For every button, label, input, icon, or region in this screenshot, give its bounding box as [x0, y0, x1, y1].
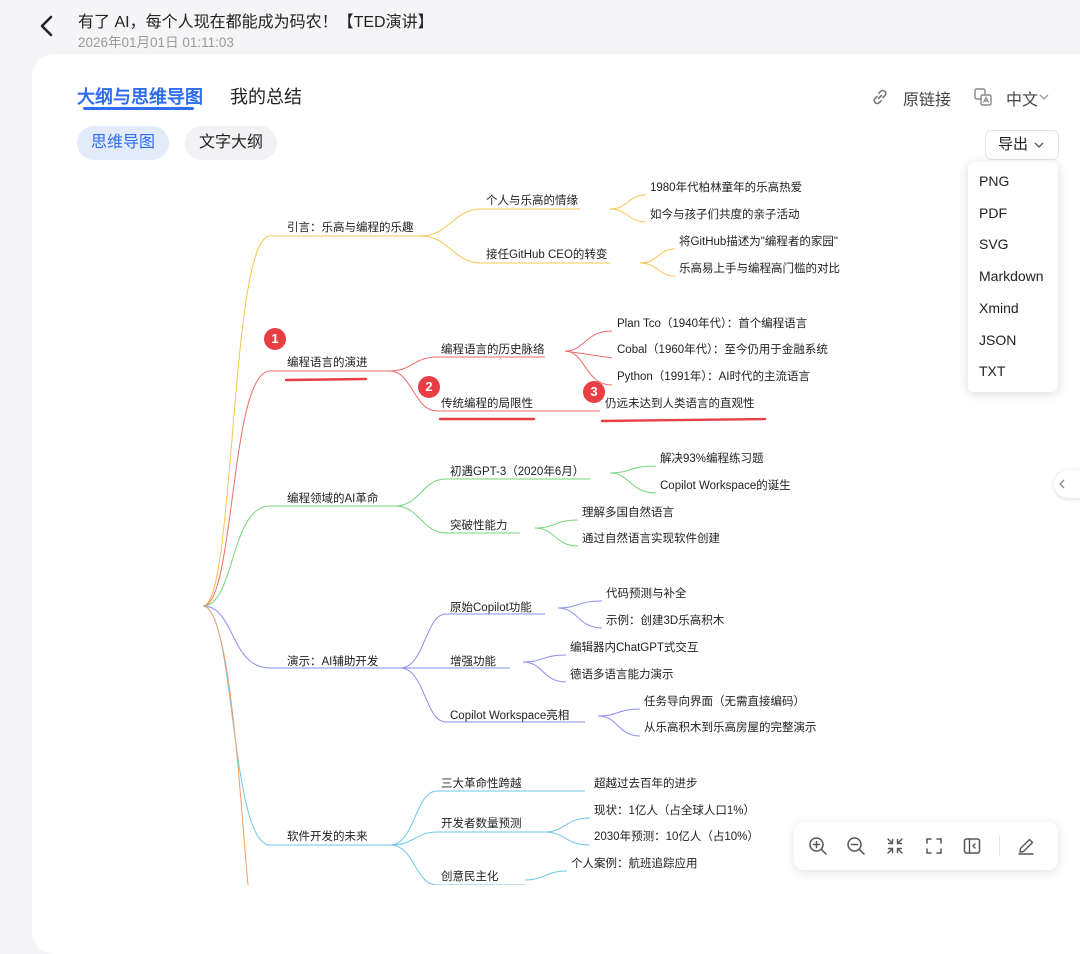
mindmap-node[interactable]: 德语多语言能力演示: [570, 668, 674, 682]
mindmap-node[interactable]: 通过自然语言实现软件创建: [582, 532, 720, 546]
mindmap-node[interactable]: 任务导向界面（无需直接编码）: [644, 695, 805, 709]
mindmap-node[interactable]: Copilot Workspace的诞生: [660, 479, 791, 493]
annotation-badge-2: 2: [418, 376, 440, 398]
zoom-out-icon[interactable]: [846, 836, 866, 856]
mindmap-node[interactable]: 如今与孩子们共度的亲子活动: [650, 208, 800, 222]
annotation-badge-3: 3: [583, 381, 605, 403]
mindmap-node[interactable]: 三大革命性跨越: [441, 777, 522, 791]
highlight-underline-3: [600, 417, 767, 423]
mindmap-node[interactable]: Python（1991年）：AI时代的主流语言: [617, 370, 810, 384]
annotation-badge-1: 1: [264, 328, 286, 350]
connector-root-b4: [202, 605, 283, 669]
highlight-underline-1: [284, 377, 368, 382]
mindmap-node[interactable]: 软件开发的未来: [287, 830, 368, 844]
mindmap-node[interactable]: 乐高易上手与编程高门槛的对比: [679, 262, 840, 276]
mindmap-node[interactable]: 创意民主化: [441, 870, 499, 884]
mindmap-node[interactable]: 个人案例：航班追踪应用: [571, 857, 698, 871]
connector-root-b5: [202, 605, 283, 846]
sidebar-toggle-icon[interactable]: [962, 836, 982, 856]
mindmap-node[interactable]: 编辑器内ChatGPT式交互: [570, 641, 698, 655]
mindmap-node[interactable]: 将GitHub描述为"编程者的家园": [679, 235, 838, 249]
mindmap-node[interactable]: 超越过去百年的进步: [594, 777, 698, 791]
mindmap-node[interactable]: 编程语言的演进: [287, 356, 368, 370]
mindmap-node[interactable]: 接任GitHub CEO的转变: [486, 248, 607, 262]
chevron-left-icon: [1059, 479, 1065, 489]
mindmap-node[interactable]: Plan Tco（1940年代）：首个编程语言: [617, 317, 807, 331]
mindmap-node[interactable]: 代码预测与补全: [606, 587, 687, 601]
mindmap-connectors: [202, 194, 767, 885]
mindmap-node[interactable]: 理解多国自然语言: [582, 506, 674, 520]
mindmap-node[interactable]: 现状：1亿人（占全球人口1%）: [594, 804, 755, 818]
mindmap-node[interactable]: 示例：创建3D乐高积木: [606, 614, 724, 628]
mindmap-node[interactable]: 开发者数量预测: [441, 817, 522, 831]
mindmap-toolbar: [794, 822, 1058, 870]
mindmap-node[interactable]: 编程领域的AI革命: [287, 492, 378, 506]
toolbar-divider: [999, 836, 1000, 856]
mindmap-node[interactable]: 个人与乐高的情缘: [486, 194, 578, 208]
mindmap-node[interactable]: Cobal（1960年代）：至今仍用于金融系统: [617, 343, 828, 357]
mindmap-node[interactable]: 2030年预测：10亿人（占10%）: [594, 830, 759, 844]
mindmap-node[interactable]: Copilot Workspace亮相: [450, 709, 569, 723]
mindmap-node[interactable]: 初遇GPT-3（2020年6月）: [450, 465, 584, 479]
edit-pencil-icon[interactable]: [1016, 836, 1036, 856]
collapse-icon[interactable]: [885, 836, 905, 856]
side-panel-toggle[interactable]: [1054, 470, 1080, 498]
mindmap-node[interactable]: 从乐高积木到乐高房屋的完整演示: [644, 721, 817, 735]
mindmap-node[interactable]: 仍远未达到人类语言的直观性: [605, 397, 755, 411]
mindmap-node[interactable]: 编程语言的历史脉络: [441, 343, 545, 357]
mindmap-node[interactable]: 原始Copilot功能: [450, 601, 532, 615]
zoom-in-icon[interactable]: [808, 836, 828, 856]
mindmap-node[interactable]: 引言：乐高与编程的乐趣: [287, 221, 414, 235]
connector-root-down: [202, 605, 249, 885]
mindmap-node[interactable]: 演示：AI辅助开发: [287, 655, 378, 669]
mindmap-node[interactable]: 1980年代柏林童年的乐高热爱: [650, 181, 802, 195]
mindmap-node[interactable]: 增强功能: [450, 655, 496, 669]
mindmap-node[interactable]: 突破性能力: [450, 519, 508, 533]
mindmap-node[interactable]: 传统编程的局限性: [441, 397, 533, 411]
connector-root-b1: [202, 235, 283, 607]
connector-root-b2: [202, 370, 283, 607]
mindmap-node[interactable]: 解决93%编程练习题: [660, 452, 764, 466]
fullscreen-icon[interactable]: [924, 836, 944, 856]
